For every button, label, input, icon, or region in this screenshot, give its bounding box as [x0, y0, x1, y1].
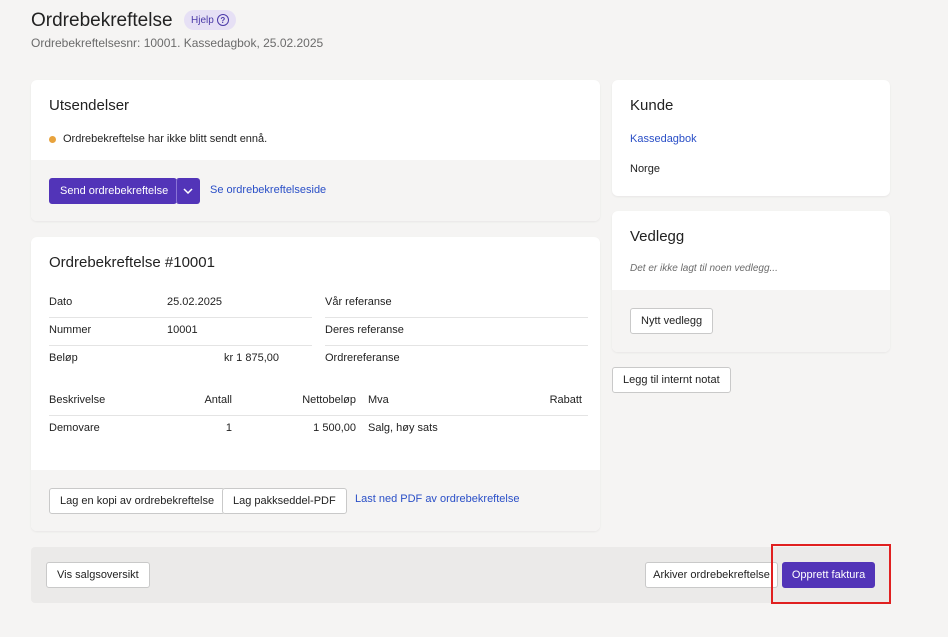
dato-label: Dato: [49, 296, 73, 308]
new-attachment-label: Nytt vedlegg: [641, 315, 703, 327]
send-status: Ordrebekreftelse har ikke blitt sendt en…: [49, 133, 267, 145]
var-referanse-label: Vår referanse: [325, 296, 392, 308]
line-nettobelop: 1 500,00: [313, 422, 356, 434]
help-button[interactable]: Hjelp ?: [184, 10, 236, 30]
deres-referanse-label: Deres referanse: [325, 324, 404, 336]
highlight-box: [771, 544, 891, 604]
kunde-title: Kunde: [630, 97, 674, 114]
send-options-dropdown[interactable]: [176, 178, 200, 204]
view-confirmation-page-link[interactable]: Se ordrebekreftelseside: [210, 184, 326, 196]
nummer-value: 10001: [167, 324, 198, 336]
line-antall: 1: [225, 422, 232, 434]
vedlegg-card: Vedlegg Det er ikke lagt til noen vedleg…: [612, 211, 890, 352]
nummer-label: Nummer: [49, 324, 92, 336]
add-internal-note-button[interactable]: Legg til internt notat: [612, 367, 731, 393]
download-pdf-link[interactable]: Last ned PDF av ordrebekreftelse: [355, 493, 519, 505]
packslip-button-label: Lag pakkseddel-PDF: [233, 495, 336, 507]
belop-label: Beløp: [49, 352, 78, 364]
line-item-link[interactable]: Demovare: [49, 422, 100, 434]
copy-button-label: Lag en kopi av ordrebekreftelse: [60, 495, 215, 507]
divider: [49, 415, 588, 416]
customer-link[interactable]: Kassedagbok: [630, 133, 697, 145]
no-attachments-text: Det er ikke lagt til noen vedlegg...: [630, 263, 778, 274]
archive-label: Arkiver ordrebekreftelse: [653, 569, 770, 581]
kunde-card: Kunde Kassedagbok Norge: [612, 80, 890, 196]
col-rabatt: Rabatt: [549, 394, 582, 406]
col-beskrivelse: Beskrivelse: [49, 394, 106, 406]
divider: [325, 345, 588, 346]
col-antall: Antall: [204, 394, 232, 406]
sales-overview-label: Vis salgsoversikt: [57, 569, 139, 581]
divider: [49, 317, 312, 318]
divider: [49, 345, 312, 346]
vedlegg-title: Vedlegg: [630, 228, 685, 245]
send-ordrebekreftelse-button[interactable]: Send ordrebekreftelse: [49, 178, 177, 204]
send-button-label: Send ordrebekreftelse: [60, 185, 169, 197]
utsendelser-card: Utsendelser Ordrebekreftelse har ikke bl…: [31, 80, 600, 221]
divider: [325, 317, 588, 318]
order-card: Ordrebekreftelse #10001 Dato 25.02.2025 …: [31, 237, 600, 531]
page-subtitle: Ordrebekreftelsesnr: 10001. Kassedagbok,…: [31, 36, 324, 50]
copy-confirmation-button[interactable]: Lag en kopi av ordrebekreftelse: [49, 488, 226, 514]
question-icon: ?: [216, 14, 229, 26]
dato-value: 25.02.2025: [167, 296, 223, 308]
customer-country: Norge: [630, 163, 660, 175]
help-label: Hjelp: [191, 14, 214, 26]
utsendelser-title: Utsendelser: [49, 97, 130, 114]
ordrereferanse-label: Ordrereferanse: [325, 352, 400, 364]
order-title: Ordrebekreftelse #10001: [49, 254, 215, 271]
line-mva: Salg, høy sats: [368, 422, 438, 434]
status-dot-icon: [49, 135, 56, 143]
col-mva: Mva: [368, 394, 389, 406]
archive-button[interactable]: Arkiver ordrebekreftelse: [645, 562, 778, 588]
new-attachment-button[interactable]: Nytt vedlegg: [630, 308, 714, 334]
internal-note-label: Legg til internt notat: [623, 374, 720, 386]
chevron-down-icon: [183, 188, 193, 194]
page-title: Ordrebekreftelse: [31, 10, 173, 31]
belop-value: kr 1 875,00: [223, 352, 279, 364]
send-status-text: Ordrebekreftelse har ikke blitt sendt en…: [63, 133, 268, 145]
packslip-pdf-button[interactable]: Lag pakkseddel-PDF: [222, 488, 347, 514]
sales-overview-button[interactable]: Vis salgsoversikt: [46, 562, 150, 588]
col-nettobelop: Nettobeløp: [302, 394, 356, 406]
